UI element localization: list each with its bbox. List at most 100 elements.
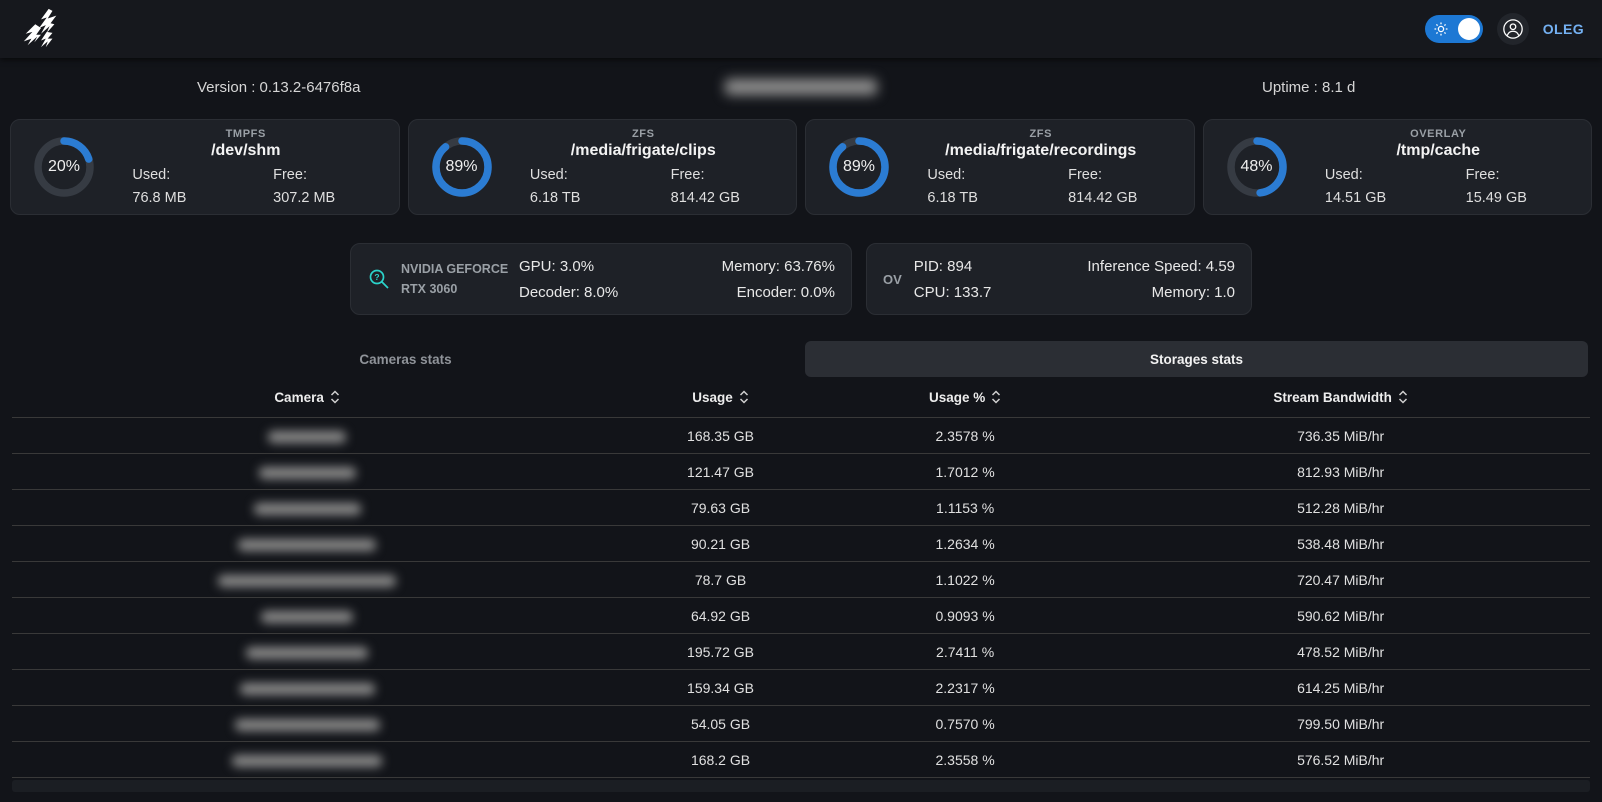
hardware-stats-row: ? NVIDIA GEFORCE RTX 3060 GPU: 3.0% Deco… [0, 243, 1602, 315]
column-header[interactable]: Usage [602, 389, 839, 405]
sun-icon [1434, 22, 1448, 36]
table-row[interactable]: 121.47 GB 1.7012 % 812.93 MiB/hr [12, 453, 1590, 489]
next-section-edge [12, 780, 1590, 792]
sort-icon[interactable] [991, 389, 1001, 405]
gpu-name-label: NVIDIA GEFORCE RTX 3060 [401, 259, 519, 299]
camera-name-redacted [232, 755, 382, 767]
usage-percent-cell: 1.1022 % [839, 572, 1091, 588]
free-value: 307.2 MB [273, 190, 335, 206]
usage-percent-cell: 2.3558 % [839, 752, 1091, 768]
bandwidth-cell: 720.47 MiB/hr [1091, 572, 1590, 588]
free-value: 814.42 GB [671, 190, 740, 206]
camera-name-redacted [268, 431, 346, 443]
table-body: 168.35 GB 2.3578 % 736.35 MiB/hr 121.47 … [12, 417, 1590, 778]
bandwidth-cell: 512.28 MiB/hr [1091, 500, 1590, 516]
info-bar: Version : 0.13.2-6476f8a Uptime : 8.1 d [0, 61, 1602, 113]
camera-name-redacted [238, 539, 376, 551]
frigate-logo-icon [18, 7, 64, 51]
mount-path-label: /dev/shm [211, 142, 280, 160]
toggle-knob[interactable] [1458, 18, 1480, 40]
column-header[interactable]: Camera [12, 389, 602, 405]
camera-name-redacted [240, 683, 375, 695]
table-header: Camera Usage Usage % Stream Bandwidth [12, 377, 1590, 417]
mount-path-label: /media/frigate/recordings [945, 142, 1136, 160]
usage-percent-cell: 2.3578 % [839, 428, 1091, 444]
gpu-memory-stat: Memory: 63.76% [722, 258, 835, 275]
column-header[interactable]: Stream Bandwidth [1091, 389, 1590, 405]
usage-percent-cell: 1.2634 % [839, 536, 1091, 552]
usage-gauge: 89% [429, 134, 495, 200]
version-label: Version : 0.13.2-6476f8a [0, 79, 360, 96]
user-avatar-button[interactable] [1497, 13, 1529, 45]
table-row[interactable]: 54.05 GB 0.7570 % 799.50 MiB/hr [12, 705, 1590, 741]
usage-cell: 159.34 GB [602, 680, 839, 696]
usage-gauge: 20% [31, 134, 97, 200]
fs-type-label: TMPFS [226, 128, 266, 140]
gpu-decoder-stat: Decoder: 8.0% [519, 284, 677, 301]
usage-cell: 90.21 GB [602, 536, 839, 552]
used-value: 6.18 TB [530, 190, 581, 206]
table-row[interactable]: 168.2 GB 2.3558 % 576.52 MiB/hr [12, 741, 1590, 777]
gauge-percent-label: 48% [1224, 134, 1290, 200]
usage-percent-cell: 2.7411 % [839, 644, 1091, 660]
bandwidth-cell: 736.35 MiB/hr [1091, 428, 1590, 444]
table-row[interactable]: 159.34 GB 2.2317 % 614.25 MiB/hr [12, 669, 1590, 705]
fs-type-label: OVERLAY [1410, 128, 1466, 140]
usage-cell: 195.72 GB [602, 644, 839, 660]
used-value: 6.18 TB [927, 190, 978, 206]
usage-cell: 168.35 GB [602, 428, 839, 444]
table-row[interactable]: 78.7 GB 1.1022 % 720.47 MiB/hr [12, 561, 1590, 597]
table-row[interactable]: 195.72 GB 2.7411 % 478.52 MiB/hr [12, 633, 1590, 669]
table-row[interactable]: 64.92 GB 0.9093 % 590.62 MiB/hr [12, 597, 1590, 633]
theme-toggle[interactable] [1425, 15, 1483, 43]
bandwidth-cell: 538.48 MiB/hr [1091, 536, 1590, 552]
fs-type-label: ZFS [1029, 128, 1052, 140]
sort-icon[interactable] [1398, 389, 1408, 405]
usage-gauge: 48% [1224, 134, 1290, 200]
free-label: Free: [273, 167, 307, 183]
camera-name-redacted [259, 467, 356, 479]
mount-path-label: /tmp/cache [1396, 142, 1480, 160]
table-row[interactable]: 168.35 GB 2.3578 % 736.35 MiB/hr [12, 417, 1590, 453]
storage-card: 20% TMPFS /dev/shm Used: 76.8 MB Free: 3… [10, 119, 400, 215]
camera-name-redacted [254, 503, 361, 515]
free-label: Free: [1068, 167, 1102, 183]
gpu-card: ? NVIDIA GEFORCE RTX 3060 GPU: 3.0% Deco… [350, 243, 852, 315]
free-value: 15.49 GB [1466, 190, 1527, 206]
storage-card: 48% OVERLAY /tmp/cache Used: 14.51 GB Fr… [1203, 119, 1593, 215]
usage-cell: 79.63 GB [602, 500, 839, 516]
usage-percent-cell: 0.9093 % [839, 608, 1091, 624]
detector-inference-stat: Inference Speed: 4.59 [1087, 258, 1235, 275]
username-link[interactable]: OLEG [1543, 21, 1584, 37]
used-label: Used: [530, 167, 568, 183]
bandwidth-cell: 576.52 MiB/hr [1091, 752, 1590, 768]
usage-cell: 78.7 GB [602, 572, 839, 588]
gauge-percent-label: 89% [826, 134, 892, 200]
column-header[interactable]: Usage % [839, 389, 1091, 405]
detector-name-label: OV [883, 272, 902, 287]
svg-text:?: ? [374, 272, 379, 282]
detector-card: OV PID: 894 CPU: 133.7 Inference Speed: … [866, 243, 1252, 315]
camera-name-redacted [235, 719, 380, 731]
table-row[interactable]: 79.63 GB 1.1153 % 512.28 MiB/hr [12, 489, 1590, 525]
usage-percent-cell: 1.7012 % [839, 464, 1091, 480]
bandwidth-cell: 590.62 MiB/hr [1091, 608, 1590, 624]
fs-type-label: ZFS [632, 128, 655, 140]
usage-cell: 54.05 GB [602, 716, 839, 732]
usage-percent-cell: 2.2317 % [839, 680, 1091, 696]
sort-icon[interactable] [330, 389, 340, 405]
used-label: Used: [132, 167, 170, 183]
sort-icon[interactable] [739, 389, 749, 405]
usage-cell: 64.92 GB [602, 608, 839, 624]
gpu-encoder-stat: Encoder: 0.0% [737, 284, 835, 301]
gpu-usage-stat: GPU: 3.0% [519, 258, 677, 275]
server-name-redacted [725, 79, 877, 95]
gpu-query-icon: ? [367, 267, 391, 291]
usage-cell: 168.2 GB [602, 752, 839, 768]
stats-tab[interactable]: Storages stats [805, 341, 1588, 377]
storages-stats-table: Camera Usage Usage % Stream Bandwidth [12, 377, 1590, 778]
used-value: 76.8 MB [132, 190, 186, 206]
table-row[interactable]: 90.21 GB 1.2634 % 538.48 MiB/hr [12, 525, 1590, 561]
stats-tab[interactable]: Cameras stats [14, 341, 797, 377]
camera-name-redacted [246, 647, 368, 659]
